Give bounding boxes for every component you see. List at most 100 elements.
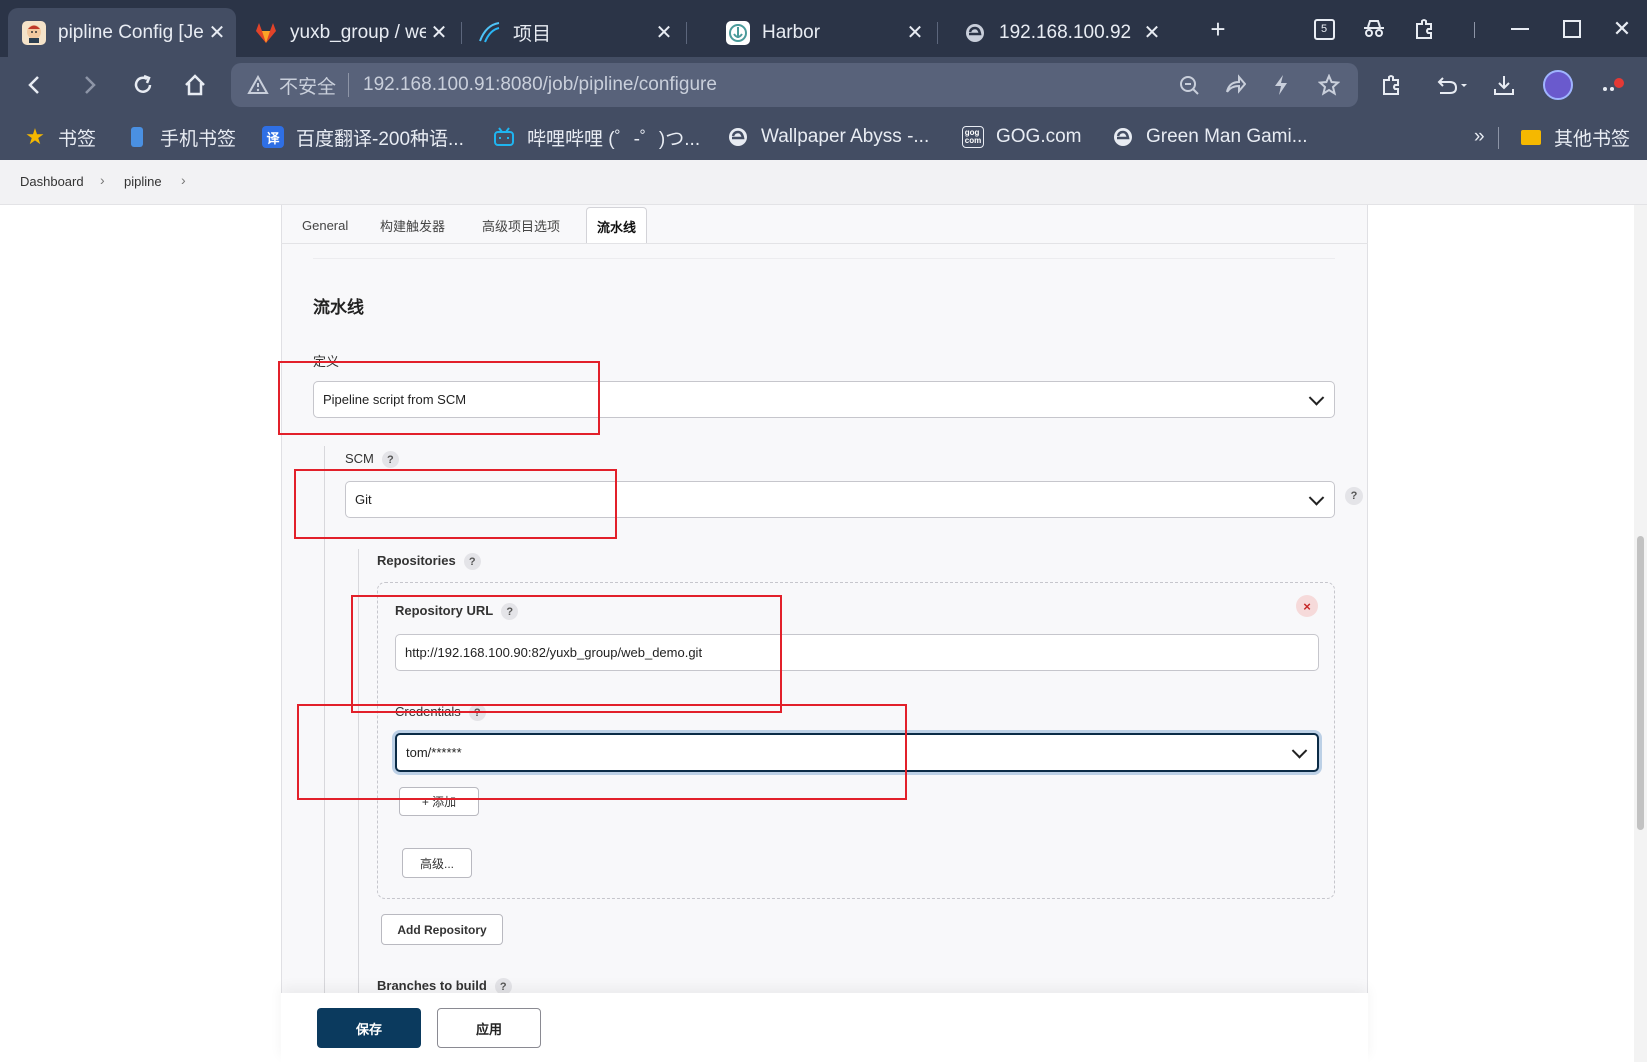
add-repository-button[interactable]: Add Repository <box>381 914 503 945</box>
tab-jenkins-config[interactable]: pipline Config [Je ✕ <box>8 8 236 57</box>
incognito-icon[interactable] <box>1356 12 1392 46</box>
star-icon: ★ <box>25 124 45 149</box>
bookmark-item[interactable]: 哔哩哔哩 (゜-゜)つ... <box>493 124 700 150</box>
scrollbar-thumb[interactable] <box>1637 536 1644 830</box>
bookmarks-overflow-icon[interactable]: » <box>1474 124 1485 150</box>
credentials-select[interactable]: tom/****** <box>395 733 1319 772</box>
forward-icon[interactable] <box>70 67 108 103</box>
repository-url-value: http://192.168.100.90:82/yuxb_group/web_… <box>405 645 703 660</box>
bookmarks-divider <box>1498 127 1499 149</box>
definition-select[interactable]: Pipeline script from SCM <box>313 381 1335 418</box>
browser-e-icon <box>963 21 987 45</box>
phone-icon <box>126 126 148 148</box>
extensions-icon[interactable] <box>1374 68 1408 102</box>
repository-url-label: Repository URL? <box>395 603 519 621</box>
chevron-right-icon[interactable]: › <box>100 172 105 188</box>
bookmark-item[interactable]: 译 百度翻译-200种语... <box>262 124 464 150</box>
advanced-button[interactable]: 高级... <box>402 848 472 878</box>
tabs-divider <box>281 243 1368 244</box>
chevron-right-icon[interactable]: › <box>181 172 186 188</box>
minimize-icon[interactable] <box>1502 12 1538 46</box>
browser-e-icon <box>1112 126 1134 148</box>
help-icon[interactable]: ? <box>463 553 481 571</box>
bookmarks-bar: ★ 书签 手机书签 译 百度翻译-200种语... 哔哩哔哩 (゜-゜)つ...… <box>0 113 1647 160</box>
gitlab-icon <box>254 21 278 45</box>
chevron-down-icon <box>1308 389 1325 406</box>
tab-separator <box>461 22 462 44</box>
bilibili-icon <box>493 126 515 148</box>
share-icon[interactable] <box>1218 68 1252 102</box>
credentials-value: tom/****** <box>406 745 462 760</box>
extension-puzzle-icon[interactable] <box>1406 12 1442 46</box>
tab-advanced-options[interactable]: 高级项目选项 <box>472 207 570 243</box>
window-close-icon[interactable]: ✕ <box>1604 12 1640 46</box>
warning-icon <box>247 75 269 94</box>
breadcrumb-dashboard[interactable]: Dashboard <box>20 174 84 189</box>
page-left-gutter <box>0 205 281 1062</box>
apply-button[interactable]: 应用 <box>437 1008 541 1048</box>
help-icon[interactable]: ? <box>381 451 399 469</box>
section-divider <box>313 258 1335 259</box>
bookmark-item[interactable]: Wallpaper Abyss -... <box>727 124 929 150</box>
tab-project[interactable]: 项目 ✕ <box>463 8 683 57</box>
browser-tab-strip: pipline Config [Je ✕ yuxb_group / wel ✕ … <box>0 0 1647 57</box>
back-icon[interactable] <box>16 67 54 103</box>
lightning-icon[interactable] <box>1264 68 1298 102</box>
help-icon[interactable]: ? <box>1345 487 1363 505</box>
folder-icon <box>1520 126 1542 148</box>
scm-select[interactable]: Git <box>345 481 1335 518</box>
security-label: 不安全 <box>279 76 337 98</box>
tab-192-168-100-92[interactable]: 192.168.100.92 ✕ <box>949 8 1171 57</box>
star-bookmark-icon[interactable] <box>1312 68 1346 102</box>
repository-url-input[interactable]: http://192.168.100.90:82/yuxb_group/web_… <box>395 634 1319 671</box>
zoom-icon[interactable] <box>1172 68 1206 102</box>
help-icon[interactable]: ? <box>501 603 519 621</box>
tab-title: yuxb_group / wel <box>290 21 426 43</box>
bookmark-item[interactable]: 手机书签 <box>126 124 236 150</box>
close-icon[interactable]: ✕ <box>426 20 452 45</box>
help-icon[interactable]: ? <box>468 704 486 722</box>
bookmark-item[interactable]: Green Man Gami... <box>1112 124 1308 150</box>
close-icon[interactable]: ✕ <box>651 20 677 45</box>
undo-menu-icon[interactable] <box>1430 68 1474 102</box>
breadcrumb-pipline[interactable]: pipline <box>124 174 162 189</box>
security-indicator[interactable]: 不安全 <box>247 72 336 99</box>
chevron-down-icon <box>1291 742 1308 759</box>
tab-build-triggers[interactable]: 构建触发器 <box>370 207 455 243</box>
download-icon[interactable] <box>1487 68 1521 102</box>
tab-pipeline[interactable]: 流水线 <box>586 207 648 244</box>
tab-title: 192.168.100.92 <box>999 21 1132 43</box>
tab-separator <box>937 22 938 44</box>
new-tab-plus-icon[interactable]: + <box>1200 12 1236 46</box>
window-controls-divider <box>1474 22 1475 38</box>
tab-gitlab[interactable]: yuxb_group / wel ✕ <box>240 8 458 57</box>
tab-title: Harbor <box>762 21 821 43</box>
jenkins-icon <box>22 20 46 45</box>
close-icon[interactable]: ✕ <box>902 20 928 45</box>
url-text[interactable]: 192.168.100.91:8080/job/pipline/configur… <box>363 74 717 96</box>
address-divider <box>348 73 350 97</box>
menu-dots-icon[interactable] <box>1596 68 1630 102</box>
tab-title: pipline Config [Je <box>58 21 204 43</box>
close-icon[interactable]: ✕ <box>204 20 230 45</box>
scm-indent-line <box>324 446 325 993</box>
maximize-icon[interactable] <box>1554 12 1590 46</box>
close-icon[interactable]: ✕ <box>1139 20 1165 45</box>
gog-icon: gog com <box>962 126 984 148</box>
add-credential-button[interactable]: + 添加 <box>399 787 479 816</box>
tab-harbor[interactable]: Harbor ✕ <box>712 8 934 57</box>
other-bookmarks[interactable]: 其他书签 <box>1520 124 1630 150</box>
avatar[interactable] <box>1541 68 1575 102</box>
delete-repository-icon[interactable]: × <box>1296 595 1318 617</box>
browser-e-icon <box>727 126 749 148</box>
save-button[interactable]: 保存 <box>317 1008 421 1048</box>
harbor-icon <box>726 20 750 45</box>
home-icon[interactable] <box>176 67 214 103</box>
tab-general[interactable]: General <box>292 207 358 243</box>
tab-separator <box>686 22 687 44</box>
bookmark-item[interactable]: ★ 书签 <box>24 124 96 150</box>
tab-counter-icon[interactable]: 5 <box>1306 12 1342 46</box>
page-right-gutter <box>1368 205 1634 1062</box>
reload-icon[interactable] <box>124 67 162 103</box>
bookmark-item[interactable]: gog com GOG.com <box>962 124 1082 150</box>
